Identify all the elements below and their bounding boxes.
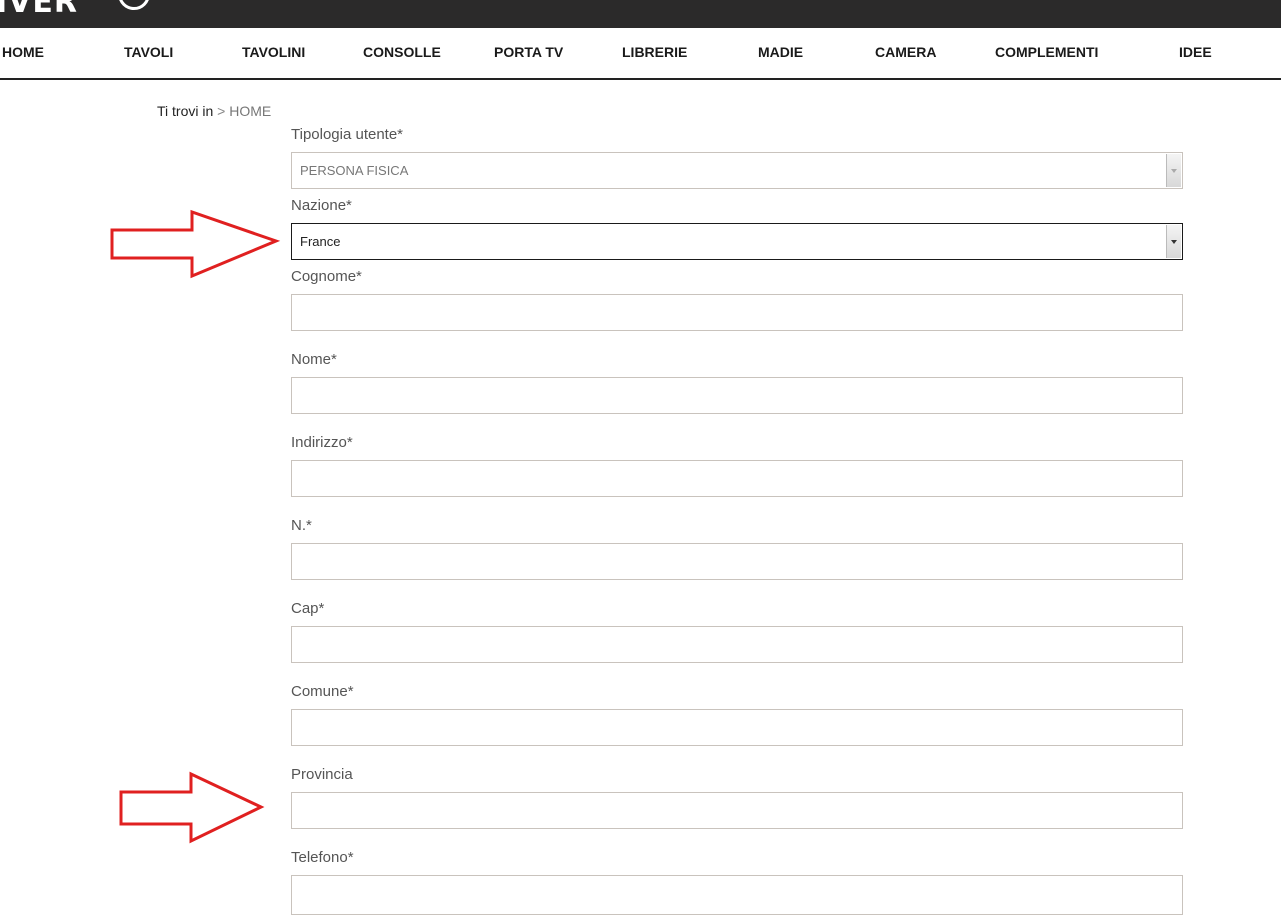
chevron-down-icon[interactable] [1166, 225, 1181, 258]
nav-item-tavolini[interactable]: TAVOLINI [242, 44, 305, 60]
logo-circle-icon [118, 0, 150, 10]
comune-label: Comune* [291, 683, 354, 700]
breadcrumb-home-link[interactable]: HOME [229, 103, 271, 119]
site-header: IVER [0, 0, 1281, 28]
nazione-label: Nazione* [291, 197, 352, 214]
nav-item-idee[interactable]: IDEE [1179, 44, 1212, 60]
breadcrumb: Ti trovi in > HOME [157, 103, 271, 119]
cognome-input[interactable] [291, 294, 1183, 331]
nav-item-consolle[interactable]: CONSOLLE [363, 44, 441, 60]
nome-input[interactable] [291, 377, 1183, 414]
nav-item-complementi[interactable]: COMPLEMENTI [995, 44, 1098, 60]
annotation-arrow-provincia [119, 771, 265, 844]
provincia-input[interactable] [291, 792, 1183, 829]
tipologia-value: PERSONA FISICA [300, 163, 409, 178]
telefono-label: Telefono* [291, 849, 354, 866]
provincia-label: Provincia [291, 766, 353, 783]
cognome-label: Cognome* [291, 268, 362, 285]
site-logo[interactable]: IVER [0, 0, 78, 18]
arrow-right-icon [110, 209, 281, 279]
breadcrumb-separator: > [217, 103, 226, 119]
annotation-arrow-nazione [110, 209, 281, 279]
arrow-right-icon [119, 771, 265, 844]
numero-input[interactable] [291, 543, 1183, 580]
nav-item-madie[interactable]: MADIE [758, 44, 803, 60]
indirizzo-label: Indirizzo* [291, 434, 353, 451]
nav-item-home[interactable]: HOME [2, 44, 44, 60]
comune-input[interactable] [291, 709, 1183, 746]
nav-item-porta-tv[interactable]: PORTA TV [494, 44, 563, 60]
cap-label: Cap* [291, 600, 325, 617]
breadcrumb-lead: Ti trovi in [157, 103, 214, 119]
nome-label: Nome* [291, 351, 337, 368]
nav-item-librerie[interactable]: LIBRERIE [622, 44, 687, 60]
nav-item-camera[interactable]: CAMERA [875, 44, 936, 60]
indirizzo-input[interactable] [291, 460, 1183, 497]
chevron-down-icon[interactable] [1166, 154, 1181, 187]
telefono-input[interactable] [291, 875, 1183, 915]
nav-item-tavoli[interactable]: TAVOLI [124, 44, 173, 60]
nazione-value: France [300, 234, 341, 249]
main-nav: HOME TAVOLI TAVOLINI CONSOLLE PORTA TV L… [0, 28, 1281, 80]
numero-label: N.* [291, 517, 312, 534]
tipologia-select[interactable]: PERSONA FISICA [291, 152, 1183, 189]
cap-input[interactable] [291, 626, 1183, 663]
nazione-select[interactable]: France [291, 223, 1183, 260]
tipologia-label: Tipologia utente* [291, 126, 404, 143]
